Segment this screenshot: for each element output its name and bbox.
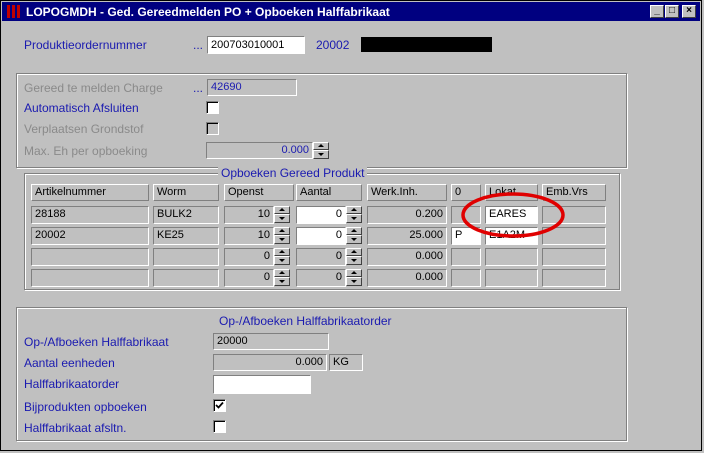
spin-down-icon[interactable] [313,150,329,159]
order-number-label: Produktieordernummer [24,38,147,52]
auto-close-checkbox[interactable] [206,101,219,114]
half-group-title: Op-/Afboeken Halffabrikaatorder [216,314,395,328]
cell-worm-2 [153,248,219,266]
auto-close-label: Automatisch Afsluiten [24,101,139,115]
aantal-spinner-0[interactable] [346,206,362,223]
spin-down-icon[interactable] [274,256,290,265]
minimize-button[interactable]: _ [650,5,664,18]
cell-werk-3: 0.000 [367,269,447,287]
title-bar[interactable]: LOPOGMDH - Ged. Gereedmelden PO + Opboek… [2,2,700,21]
cell-worm-3 [153,269,219,287]
spin-down-icon[interactable] [346,277,362,286]
spin-down-icon[interactable] [274,277,290,286]
spin-up-icon[interactable] [346,206,362,214]
half-close-checkbox[interactable] [213,420,226,433]
checkmark-icon [215,401,224,409]
cell-artikel-1: 20002 [31,227,149,245]
close-button[interactable]: × [682,5,696,18]
charge-input[interactable]: 42690 [207,79,297,96]
redacted-description [361,37,492,52]
spin-up-icon[interactable] [346,269,362,277]
app-icon[interactable] [6,5,20,18]
half-units-field[interactable]: 0.000 [213,354,327,371]
aantal-spinner-1[interactable] [346,227,362,244]
article-code: 20002 [316,38,350,52]
spin-up-icon[interactable] [346,248,362,256]
max-units-input[interactable]: 0.000 [206,142,313,159]
cell-artikel-3 [31,269,149,287]
col-header-aantal[interactable]: Aantal [296,184,362,201]
byproducts-checkbox[interactable] [213,399,226,412]
half-close-label: Halffabrikaat afsltn. [24,421,127,435]
charge-lookup-ellipsis[interactable]: ... [193,81,203,95]
product-group-title: Opboeken Gereed Produkt [218,166,368,180]
cell-openst-3: 0 [224,269,274,287]
half-unit-field: KG [329,354,363,371]
cell-worm-1: KE25 [153,227,219,245]
col-header-werk-inh[interactable]: Werk.Inh. [367,184,447,201]
charge-label: Gereed te melden Charge [24,81,163,95]
half-units-label: Aantal eenheden [24,356,115,370]
move-raw-label: Verplaatsen Grondstof [24,122,144,136]
cell-emb-3[interactable] [542,269,606,287]
cell-artikel-0: 28188 [31,206,149,224]
window-title: LOPOGMDH - Ged. Gereedmelden PO + Opboek… [26,5,390,19]
move-raw-checkbox[interactable] [206,122,219,135]
spin-up-icon[interactable] [313,142,329,150]
cell-openst-0: 10 [224,206,274,224]
cell-artikel-2 [31,248,149,266]
spin-up-icon[interactable] [274,248,290,256]
order-lookup-ellipsis[interactable]: ... [193,38,203,52]
red-annotation-circle [461,192,565,238]
spin-down-icon[interactable] [346,256,362,265]
max-units-label: Max. Eh per opboeking [24,144,148,158]
cell-lokat-2[interactable] [485,248,538,266]
cell-emb-2[interactable] [542,248,606,266]
col-header-worm[interactable]: Worm [153,184,219,201]
cell-o-3[interactable] [451,269,481,287]
byproducts-label: Bijprodukten opboeken [24,400,147,414]
spin-up-icon[interactable] [274,227,290,235]
input-aantal-1[interactable]: 0 [296,227,346,245]
minimize-icon: _ [654,5,660,16]
half-order-input[interactable] [213,375,311,394]
col-header-artikelnummer[interactable]: Artikelnummer [31,184,149,201]
col-header-openst[interactable]: Openst [224,184,294,201]
cell-openst-2: 0 [224,248,274,266]
cell-lokat-3[interactable] [485,269,538,287]
spin-up-icon[interactable] [274,206,290,214]
half-item-label: Op-/Afboeken Halffabrikaat [24,335,169,349]
openst-spinner-1[interactable] [274,227,290,244]
cell-openst-1: 10 [224,227,274,245]
cell-werk-2: 0.000 [367,248,447,266]
close-icon: × [686,5,692,16]
openst-spinner-3[interactable] [274,269,290,286]
max-units-spinner[interactable] [313,142,329,159]
spin-down-icon[interactable] [274,235,290,244]
openst-spinner-2[interactable] [274,248,290,265]
aantal-spinner-3[interactable] [346,269,362,286]
spin-down-icon[interactable] [346,214,362,223]
cell-aantal-2[interactable]: 0 [296,248,346,266]
spin-up-icon[interactable] [274,269,290,277]
maximize-button[interactable]: □ [665,5,679,18]
cell-werk-0: 0.200 [367,206,447,224]
half-item-field[interactable]: 20000 [213,333,329,350]
cell-werk-1: 25.000 [367,227,447,245]
aantal-spinner-2[interactable] [346,248,362,265]
input-aantal-0[interactable]: 0 [296,206,346,224]
spin-up-icon[interactable] [346,227,362,235]
order-number-input[interactable]: 200703010001 [207,36,305,54]
half-order-label: Halffabrikaatorder [24,377,120,391]
openst-spinner-0[interactable] [274,206,290,223]
cell-worm-0: BULK2 [153,206,219,224]
cell-aantal-3[interactable]: 0 [296,269,346,287]
spin-down-icon[interactable] [274,214,290,223]
maximize-icon: □ [668,5,676,16]
cell-o-2[interactable] [451,248,481,266]
spin-down-icon[interactable] [346,235,362,244]
